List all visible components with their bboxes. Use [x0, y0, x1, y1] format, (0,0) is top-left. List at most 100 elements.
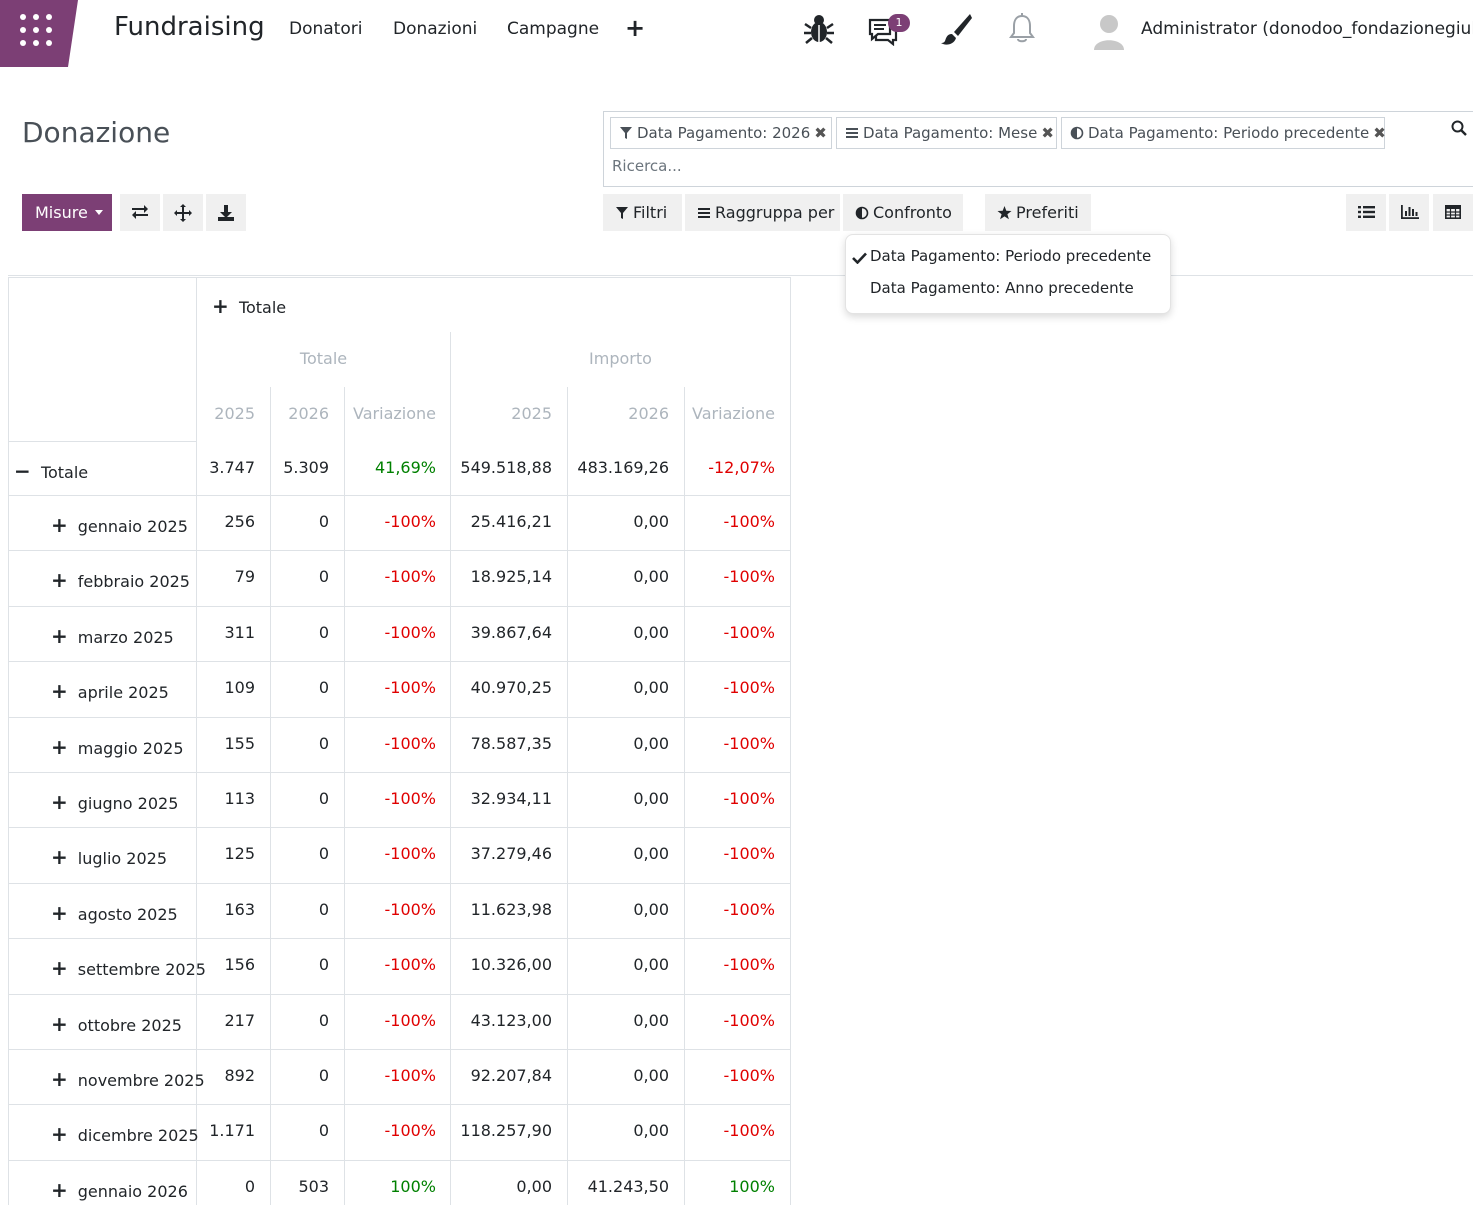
value-cell[interactable]: 0,00: [568, 678, 669, 697]
menu-add-button[interactable]: +: [625, 14, 645, 42]
comparison-option-previous-year[interactable]: Data Pagamento: Anno precedente: [870, 279, 1134, 297]
value-cell[interactable]: 0,00: [568, 844, 669, 863]
comparison-button[interactable]: Confronto: [843, 194, 963, 231]
variation-cell[interactable]: -100%: [685, 512, 775, 531]
variation-cell[interactable]: -100%: [345, 900, 436, 919]
subheader-variation[interactable]: Variazione: [685, 404, 775, 423]
variation-cell[interactable]: -100%: [685, 900, 775, 919]
variation-cell[interactable]: 100%: [685, 1177, 775, 1196]
value-cell[interactable]: 892: [197, 1066, 255, 1085]
value-cell[interactable]: 0: [271, 512, 329, 531]
value-cell[interactable]: 25.416,21: [451, 512, 552, 531]
variation-cell[interactable]: -100%: [345, 1121, 436, 1140]
value-cell[interactable]: 0: [271, 734, 329, 753]
subheader-2026[interactable]: 2026: [568, 404, 669, 423]
value-cell[interactable]: 256: [197, 512, 255, 531]
download-button[interactable]: [206, 194, 246, 231]
row-header[interactable]: + gennaio 2025: [51, 513, 188, 537]
value-cell[interactable]: 503: [271, 1177, 329, 1196]
graph-view-button[interactable]: [1389, 194, 1429, 231]
measures-button[interactable]: Misure: [22, 194, 112, 231]
total-cell[interactable]: 3.747: [197, 458, 255, 477]
value-cell[interactable]: 0,00: [568, 1011, 669, 1030]
variation-cell[interactable]: -100%: [685, 955, 775, 974]
value-cell[interactable]: 163: [197, 900, 255, 919]
pivot-view-button[interactable]: [1433, 194, 1473, 231]
value-cell[interactable]: 18.925,14: [451, 567, 552, 586]
variation-cell[interactable]: -100%: [345, 678, 436, 697]
value-cell[interactable]: 0,00: [568, 623, 669, 642]
value-cell[interactable]: 311: [197, 623, 255, 642]
variation-cell[interactable]: -100%: [685, 1121, 775, 1140]
row-header[interactable]: + settembre 2025: [51, 956, 206, 980]
value-cell[interactable]: 43.123,00: [451, 1011, 552, 1030]
expand-all-button[interactable]: [163, 194, 203, 231]
value-cell[interactable]: 0,00: [568, 512, 669, 531]
facet-comparison-remove-icon[interactable]: ✖: [1373, 124, 1386, 142]
total-variation-cell[interactable]: 41,69%: [345, 458, 436, 477]
filters-button[interactable]: Filtri: [603, 194, 682, 231]
value-cell[interactable]: 92.207,84: [451, 1066, 552, 1085]
value-cell[interactable]: 0: [197, 1177, 255, 1196]
row-header[interactable]: + aprile 2025: [51, 679, 169, 703]
value-cell[interactable]: 1.171: [197, 1121, 255, 1140]
value-cell[interactable]: 0,00: [568, 900, 669, 919]
variation-cell[interactable]: -100%: [685, 678, 775, 697]
value-cell[interactable]: 32.934,11: [451, 789, 552, 808]
variation-cell[interactable]: -100%: [345, 844, 436, 863]
subheader-2025[interactable]: 2025: [197, 404, 255, 423]
variation-cell[interactable]: -100%: [685, 567, 775, 586]
variation-cell[interactable]: -100%: [685, 789, 775, 808]
menu-campagne[interactable]: Campagne: [507, 19, 599, 39]
value-cell[interactable]: 79: [197, 567, 255, 586]
variation-cell[interactable]: -100%: [345, 789, 436, 808]
value-cell[interactable]: 0: [271, 567, 329, 586]
menu-donazioni[interactable]: Donazioni: [393, 19, 477, 39]
menu-donatori[interactable]: Donatori: [289, 19, 362, 39]
value-cell[interactable]: 0,00: [568, 567, 669, 586]
variation-cell[interactable]: 100%: [345, 1177, 436, 1196]
row-header[interactable]: + ottobre 2025: [51, 1012, 182, 1036]
value-cell[interactable]: 0: [271, 1066, 329, 1085]
list-view-button[interactable]: [1346, 194, 1386, 231]
row-header[interactable]: + novembre 2025: [51, 1067, 205, 1091]
measure-header-count[interactable]: Totale: [197, 349, 450, 368]
value-cell[interactable]: 156: [197, 955, 255, 974]
facet-filter-remove-icon[interactable]: ✖: [814, 124, 827, 142]
row-header[interactable]: + agosto 2025: [51, 901, 178, 925]
value-cell[interactable]: 78.587,35: [451, 734, 552, 753]
value-cell[interactable]: 217: [197, 1011, 255, 1030]
value-cell[interactable]: 0: [271, 789, 329, 808]
apps-menu-button[interactable]: [0, 0, 78, 67]
flip-axis-button[interactable]: [120, 194, 160, 231]
app-brand[interactable]: Fundraising: [114, 12, 265, 42]
row-header[interactable]: + luglio 2025: [51, 845, 167, 869]
value-cell[interactable]: 0: [271, 623, 329, 642]
groupby-button[interactable]: Raggruppa per: [685, 194, 840, 231]
user-menu[interactable]: Administrator (donodoo_fondazionegiulia: [1141, 19, 1473, 39]
avatar-icon[interactable]: [1092, 12, 1126, 50]
row-header[interactable]: + marzo 2025: [51, 624, 174, 648]
variation-cell[interactable]: -100%: [685, 734, 775, 753]
facet-groupby-remove-icon[interactable]: ✖: [1041, 124, 1054, 142]
subheader-2026[interactable]: 2026: [271, 404, 329, 423]
value-cell[interactable]: 41.243,50: [568, 1177, 669, 1196]
total-variation-cell[interactable]: -12,07%: [685, 458, 775, 477]
variation-cell[interactable]: -100%: [685, 1066, 775, 1085]
value-cell[interactable]: 0,00: [568, 734, 669, 753]
variation-cell[interactable]: -100%: [345, 734, 436, 753]
row-header[interactable]: + gennaio 2026: [51, 1178, 188, 1202]
row-header[interactable]: + maggio 2025: [51, 735, 184, 759]
variation-cell[interactable]: -100%: [345, 567, 436, 586]
comparison-option-previous-period[interactable]: Data Pagamento: Periodo precedente: [870, 247, 1151, 265]
value-cell[interactable]: 39.867,64: [451, 623, 552, 642]
brush-icon[interactable]: [940, 12, 972, 46]
bug-icon[interactable]: [803, 12, 835, 46]
measure-header-amount[interactable]: Importo: [451, 349, 790, 368]
total-cell[interactable]: 483.169,26: [568, 458, 669, 477]
variation-cell[interactable]: -100%: [345, 1011, 436, 1030]
search-icon[interactable]: [1451, 120, 1467, 136]
value-cell[interactable]: 37.279,46: [451, 844, 552, 863]
value-cell[interactable]: 0: [271, 844, 329, 863]
variation-cell[interactable]: -100%: [345, 1066, 436, 1085]
